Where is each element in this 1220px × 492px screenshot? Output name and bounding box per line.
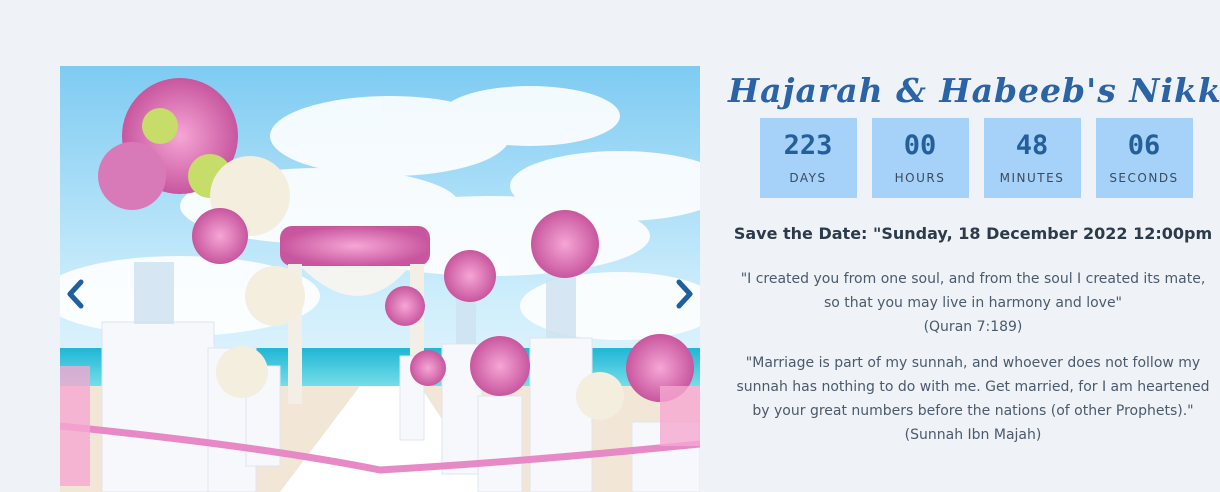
quote-line: "I created you from one soul, and from t… — [740, 271, 1206, 287]
countdown-label: SECONDS — [1109, 171, 1179, 185]
countdown-label: MINUTES — [999, 171, 1065, 185]
countdown-value: 00 — [903, 130, 937, 161]
event-title: Hajarah & Habeeb's Nikkah — [728, 71, 1220, 110]
quote-line: "Marriage is part of my sunnah, and whoe… — [745, 355, 1201, 371]
quote-source: (Sunnah Ibn Majah) — [904, 427, 1042, 443]
countdown-minutes: 48 MINUTES — [983, 118, 1081, 198]
event-details-panel: Hajarah & Habeeb's Nikkah 223 DAYS 00 HO… — [728, 66, 1220, 447]
countdown-label: HOURS — [894, 171, 946, 185]
carousel-prev-button[interactable] — [60, 274, 90, 314]
wedding-aisle-photo — [60, 66, 700, 492]
countdown-label: DAYS — [789, 171, 827, 185]
countdown-seconds: 06 SECONDS — [1095, 118, 1193, 198]
quote-line: by your great numbers before the nations… — [752, 403, 1194, 419]
chevron-right-icon — [676, 279, 693, 309]
quote-source: (Quran 7:189) — [923, 319, 1023, 335]
carousel-next-button[interactable] — [670, 274, 700, 314]
image-carousel[interactable] — [60, 66, 700, 492]
save-the-date: Save the Date: "Sunday, 18 December 2022… — [733, 224, 1213, 243]
countdown-value: 223 — [783, 130, 833, 161]
countdown-hours: 00 HOURS — [871, 118, 969, 198]
countdown-value: 48 — [1015, 130, 1049, 161]
countdown-days: 223 DAYS — [759, 118, 857, 198]
countdown-timer: 223 DAYS 00 HOURS 48 MINUTES 06 SECONDS — [728, 118, 1218, 198]
chevron-left-icon — [67, 279, 84, 309]
quote-line: sunnah has nothing to do with me. Get ma… — [736, 379, 1210, 395]
quran-quote: "I created you from one soul, and from t… — [728, 267, 1218, 339]
quote-line: so that you may live in harmony and love… — [823, 295, 1122, 311]
countdown-value: 06 — [1127, 130, 1161, 161]
hadith-quote: "Marriage is part of my sunnah, and whoe… — [728, 351, 1218, 447]
